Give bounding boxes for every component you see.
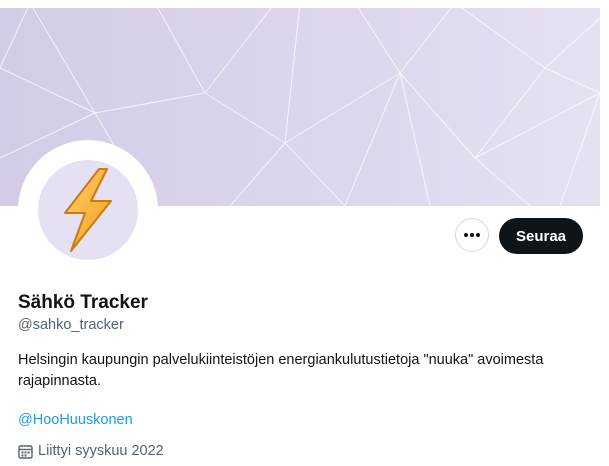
- profile-bio: Helsingin kaupungin palvelukiinteistöjen…: [18, 352, 544, 389]
- follow-button[interactable]: Seuraa: [499, 218, 583, 254]
- lightning-bolt-icon: [64, 168, 112, 252]
- more-options-button[interactable]: [455, 218, 489, 252]
- joined-text: Liittyi syyskuu 2022: [38, 443, 164, 459]
- mention-link[interactable]: @HooHuuskonen: [18, 412, 133, 428]
- joined-date: Liittyi syyskuu 2022: [18, 443, 164, 459]
- username-handle: @sahko_tracker: [18, 317, 124, 333]
- calendar-icon: [18, 444, 33, 459]
- display-name: Sähkö Tracker: [18, 292, 148, 313]
- more-dots-icon: [464, 233, 480, 237]
- avatar[interactable]: [38, 160, 138, 260]
